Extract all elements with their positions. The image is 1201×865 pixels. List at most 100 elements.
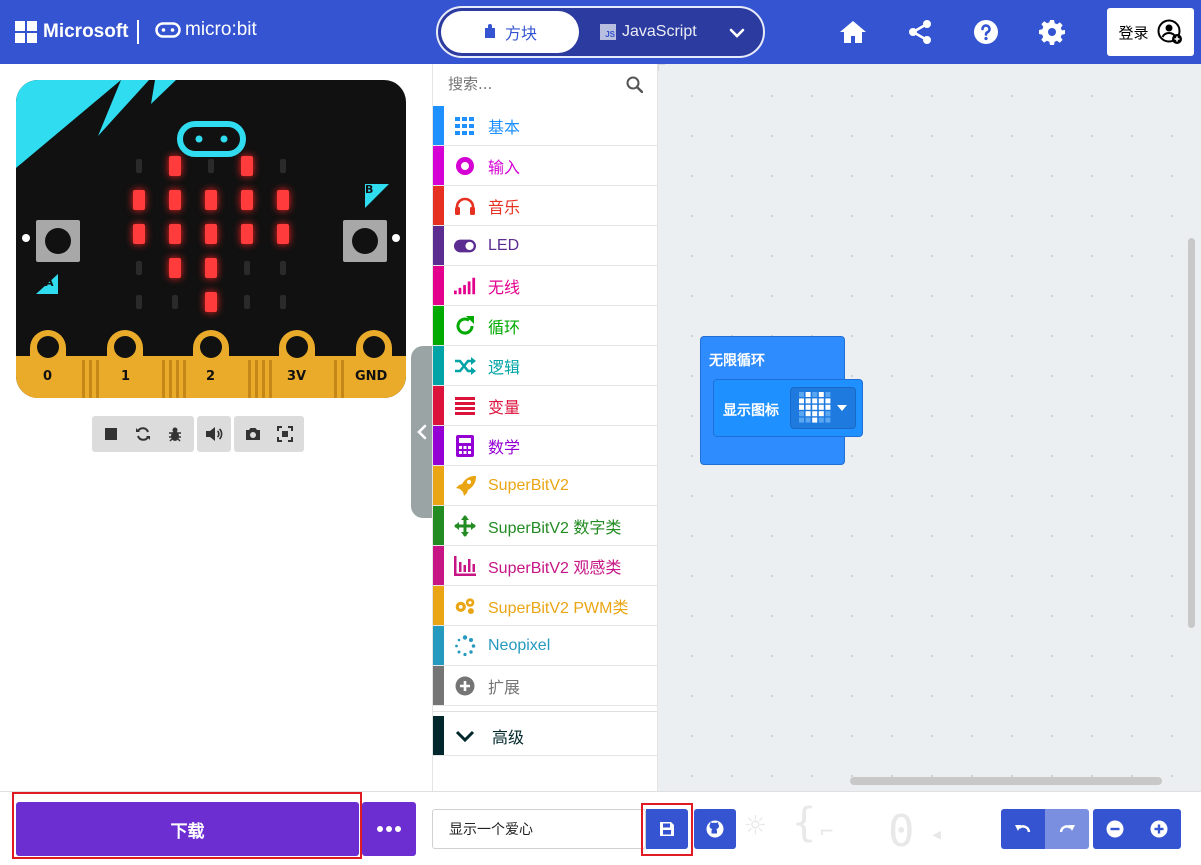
- stop-icon: [105, 428, 117, 440]
- pin-0-label[interactable]: 0: [43, 369, 52, 384]
- search-input[interactable]: [448, 75, 618, 93]
- dropdown-arrow-icon: [837, 405, 847, 411]
- category-math[interactable]: 数学: [433, 426, 657, 466]
- heart-pixel: [818, 417, 824, 423]
- category-extensions[interactable]: 扩展: [433, 666, 657, 706]
- sim-control-group-view: [234, 416, 304, 452]
- tab-javascript[interactable]: JS JavaScript: [600, 11, 697, 53]
- category-radio[interactable]: 无线: [433, 266, 657, 306]
- zoom-in-icon: [1150, 820, 1168, 838]
- category-neopixel[interactable]: Neopixel: [433, 626, 657, 666]
- led-on: [277, 224, 289, 244]
- category-color-bar: [433, 306, 444, 345]
- led-on: [169, 224, 181, 244]
- tab-blocks[interactable]: 方块: [441, 11, 579, 53]
- led-on: [205, 224, 217, 244]
- pin-2-label[interactable]: 2: [206, 369, 215, 384]
- language-dropdown[interactable]: [724, 20, 750, 46]
- led-on: [133, 224, 145, 244]
- redo-button[interactable]: [1045, 809, 1089, 849]
- settings-icon: [1039, 20, 1065, 45]
- screenshot-button[interactable]: [242, 423, 264, 445]
- restart-button[interactable]: [132, 423, 154, 445]
- button-b[interactable]: [343, 220, 387, 262]
- category-color-bar: [433, 106, 444, 145]
- led-on: [241, 156, 253, 176]
- help-button[interactable]: [971, 17, 1001, 47]
- microsoft-logo[interactable]: Microsoft: [15, 21, 129, 43]
- category-superbitv2[interactable]: SuperBitV2: [433, 466, 657, 506]
- category-led[interactable]: LED: [433, 226, 657, 266]
- forever-block[interactable]: 无限循环: [700, 336, 845, 380]
- led-on: [169, 190, 181, 210]
- download-highlight-box: [12, 792, 362, 859]
- chevron-down-icon: [454, 725, 476, 747]
- category-variables[interactable]: 变量: [433, 386, 657, 426]
- more-icon-dot: [395, 826, 401, 832]
- heart-pixel: [825, 392, 831, 397]
- search-icon[interactable]: [626, 76, 643, 93]
- home-button[interactable]: [838, 17, 868, 47]
- sim-control-group-audio: [197, 416, 231, 452]
- microbit-logo[interactable]: micro:bit: [155, 19, 257, 41]
- heart-pixel: [812, 411, 818, 417]
- mute-button[interactable]: [203, 423, 225, 445]
- icon-dropdown[interactable]: [790, 387, 856, 429]
- heart-pixel: [818, 404, 824, 410]
- pin-1-label[interactable]: 1: [121, 369, 130, 384]
- category-label: LED: [488, 236, 520, 254]
- category-input[interactable]: 输入: [433, 146, 657, 186]
- settings-button[interactable]: [1037, 17, 1067, 47]
- forever-block-arm[interactable]: [700, 379, 714, 437]
- zoom-out-button[interactable]: [1093, 809, 1137, 849]
- category-color-bar: [433, 346, 444, 385]
- workspace-scrollbar-horizontal[interactable]: [850, 777, 1162, 785]
- shuffle-icon: [454, 355, 476, 377]
- debug-button[interactable]: [164, 423, 186, 445]
- zoom-in-button[interactable]: [1137, 809, 1181, 849]
- category-advanced[interactable]: 高级: [433, 716, 657, 756]
- share-button[interactable]: [905, 17, 935, 47]
- category-music[interactable]: 音乐: [433, 186, 657, 226]
- show-icon-block[interactable]: 显示图标: [713, 379, 863, 437]
- led-off: [136, 261, 142, 275]
- github-button[interactable]: [694, 809, 736, 849]
- heart-pixel: [805, 417, 811, 423]
- category-basic[interactable]: 基本: [433, 106, 657, 146]
- heart-pixel: [812, 398, 818, 404]
- category-label: SuperBitV2 数字类: [488, 519, 622, 537]
- heart-pixel: [818, 398, 824, 404]
- help-icon: [974, 20, 998, 44]
- project-name-input[interactable]: 显示一个爱心: [432, 809, 646, 849]
- workspace-scrollbar-vertical[interactable]: [1188, 238, 1195, 628]
- category-logic[interactable]: 逻辑: [433, 346, 657, 386]
- signin-button[interactable]: 登录: [1107, 8, 1194, 56]
- more-download-options-button[interactable]: [362, 802, 416, 856]
- heart-pixel: [799, 392, 804, 397]
- project-name-text: 显示一个爱心: [449, 822, 533, 838]
- stop-button[interactable]: [100, 423, 122, 445]
- category-superbitv2-digital[interactable]: SuperBitV2 数字类: [433, 506, 657, 546]
- collapse-simulator-button[interactable]: [411, 346, 433, 518]
- category-color-bar: [433, 266, 444, 305]
- tab-javascript-label: JavaScript: [622, 23, 697, 40]
- category-superbitv2-sensor[interactable]: SuperBitV2 观感类: [433, 546, 657, 586]
- undo-button[interactable]: [1001, 809, 1045, 849]
- led-off: [280, 261, 286, 275]
- category-loops[interactable]: 循环: [433, 306, 657, 346]
- input-icon: [454, 155, 476, 177]
- chart-icon: [454, 555, 476, 577]
- forever-block-bottom[interactable]: [700, 436, 845, 465]
- led-off: [136, 295, 142, 309]
- led-on: [241, 190, 253, 210]
- fullscreen-button[interactable]: [274, 423, 296, 445]
- led-on: [277, 190, 289, 210]
- category-color-bar: [433, 626, 444, 665]
- category-superbitv2-pwm[interactable]: SuperBitV2 PWM类: [433, 586, 657, 626]
- share-icon: [909, 20, 931, 44]
- move-icon: [454, 514, 476, 537]
- button-a[interactable]: [36, 220, 80, 262]
- category-label: 音乐: [488, 199, 521, 217]
- save-highlight-box: [641, 803, 693, 856]
- toggle-icon: [454, 235, 476, 257]
